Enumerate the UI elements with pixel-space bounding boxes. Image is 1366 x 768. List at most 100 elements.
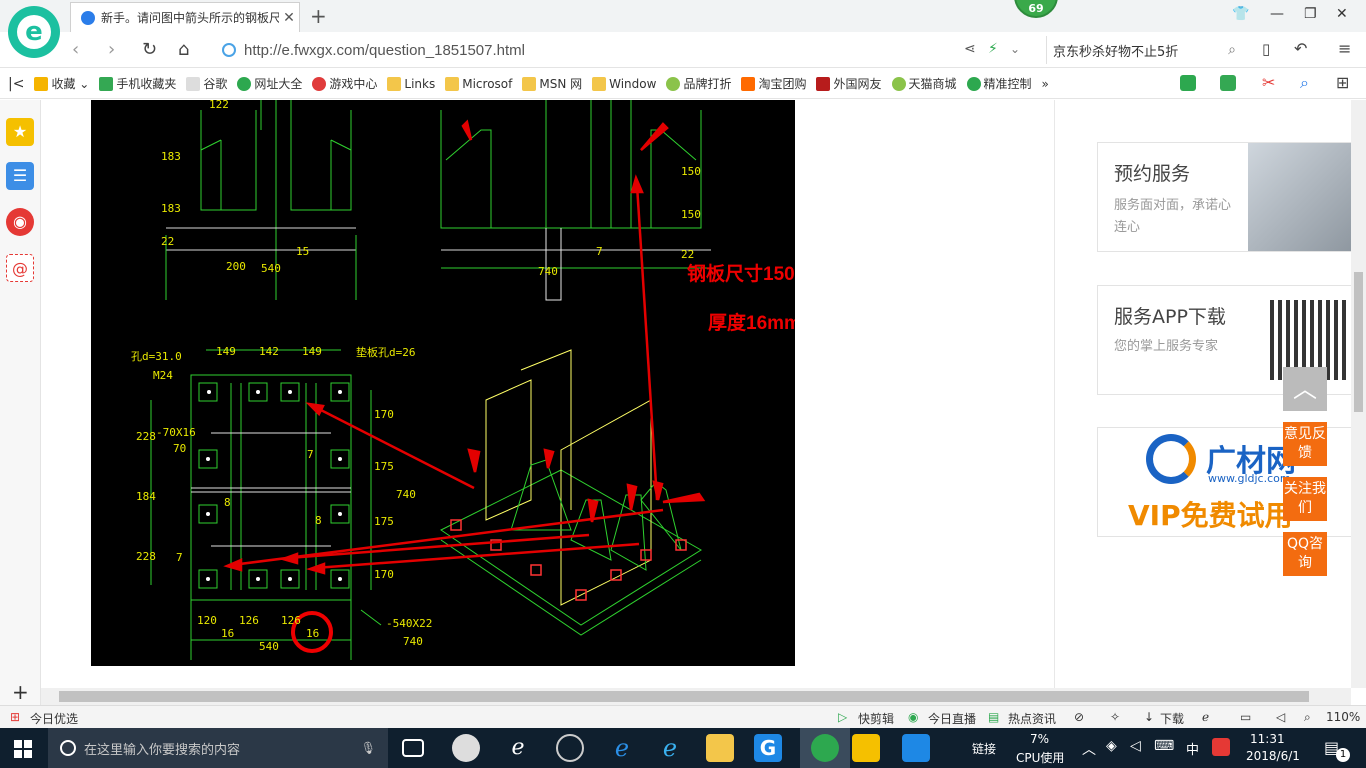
taskbar-search-input[interactable]: 在这里输入你要搜索的内容 🎙 bbox=[48, 728, 388, 768]
dim-label: 175 bbox=[374, 460, 394, 473]
home-icon[interactable]: ⌂ bbox=[178, 39, 189, 60]
search-tool-icon[interactable]: ⌕ bbox=[1300, 73, 1309, 93]
refresh-icon[interactable]: ↻ bbox=[142, 39, 157, 60]
card-title: 服务APP下载 bbox=[1114, 306, 1226, 328]
bookmark-label: 游戏中心 bbox=[329, 77, 378, 91]
keyboard-icon[interactable]: ⌨ bbox=[1154, 738, 1174, 754]
bookmark-item[interactable]: Microsof bbox=[445, 76, 512, 91]
clock-date[interactable]: 2018/6/1 bbox=[1246, 749, 1300, 763]
search-input[interactable]: 京东秒杀好物不止5折 ⌕ bbox=[1046, 36, 1236, 64]
lightning-icon[interactable]: ⚡ bbox=[988, 41, 998, 57]
daily-picks-link[interactable]: 今日优选 bbox=[30, 710, 78, 727]
dim-label: 126 bbox=[239, 614, 259, 627]
bookmark-item[interactable]: 外国网友 bbox=[816, 75, 882, 92]
favorites-icon[interactable]: ★ bbox=[6, 118, 34, 146]
folder-icon bbox=[445, 76, 460, 91]
notification-badge[interactable]: 69 bbox=[1014, 0, 1058, 18]
links-toolbar[interactable]: 链接 bbox=[972, 740, 996, 757]
back-icon[interactable]: ‹ bbox=[72, 39, 79, 60]
undo-icon[interactable]: ↶ bbox=[1294, 39, 1307, 58]
annotation-thickness: 厚度16mm bbox=[708, 311, 795, 334]
bookmark-item[interactable]: 谷歌 bbox=[186, 75, 227, 92]
gift-icon[interactable]: ⊞ bbox=[10, 710, 20, 724]
follow-button[interactable]: 关注我们 bbox=[1283, 477, 1327, 521]
tray-expand-icon[interactable]: ︿ bbox=[1082, 739, 1096, 759]
grid-icon[interactable]: ⊞ bbox=[1336, 73, 1349, 92]
file-explorer-icon[interactable] bbox=[706, 734, 734, 762]
feedback-button[interactable]: 意见反馈 bbox=[1283, 422, 1327, 466]
window-icon[interactable]: ▭ bbox=[1240, 710, 1251, 724]
bookmark-item[interactable]: 品牌打折 bbox=[666, 75, 731, 92]
sogou-icon[interactable] bbox=[1212, 738, 1230, 756]
network-app-icon[interactable] bbox=[556, 734, 584, 762]
minimize-icon[interactable]: — bbox=[1270, 6, 1284, 22]
shield-icon[interactable] bbox=[1180, 75, 1196, 91]
search-icon[interactable]: ⌕ bbox=[1228, 42, 1236, 58]
phone-icon[interactable]: ▯ bbox=[1262, 40, 1270, 58]
close-tab-icon[interactable]: ✕ bbox=[279, 10, 299, 26]
vertical-scroll-thumb[interactable] bbox=[1354, 272, 1363, 412]
url-field[interactable]: http://e.fwxgx.com/question_1851507.html bbox=[222, 36, 1042, 64]
pinwheel-app-icon[interactable] bbox=[452, 734, 480, 762]
bookmark-item[interactable]: 网址大全 bbox=[237, 75, 302, 92]
browser-app-icon[interactable]: ℯ bbox=[504, 734, 532, 762]
share-icon[interactable]: ⋖ bbox=[964, 41, 976, 57]
restore-icon[interactable]: ❐ bbox=[1304, 6, 1317, 22]
weibo-icon[interactable]: ◉ bbox=[6, 208, 34, 236]
browser-logo-icon[interactable]: e bbox=[8, 6, 60, 58]
bookmark-item[interactable]: 游戏中心 bbox=[312, 75, 377, 92]
bookmark-item[interactable]: 淘宝团购 bbox=[741, 75, 806, 92]
tools-icon[interactable]: ✧ bbox=[1110, 710, 1120, 724]
shirt-icon[interactable]: 👕 bbox=[1232, 6, 1249, 22]
ime-indicator[interactable]: 中 bbox=[1186, 739, 1199, 758]
windows-start-icon[interactable] bbox=[14, 740, 32, 758]
zoom-level[interactable]: 110% bbox=[1326, 710, 1360, 724]
more-bookmarks-icon[interactable]: » bbox=[1042, 77, 1049, 91]
bookmark-item[interactable]: 收藏 ⌄ bbox=[34, 75, 89, 92]
horizontal-scroll-thumb[interactable] bbox=[59, 691, 1309, 702]
clock-time[interactable]: 11:31 bbox=[1250, 732, 1285, 746]
reader-icon[interactable]: ☰ bbox=[6, 162, 34, 190]
ie-icon[interactable]: ℯ bbox=[1202, 710, 1209, 724]
bookmark-item[interactable]: 精准控制 bbox=[966, 75, 1032, 92]
status-item-news[interactable]: 热点资讯 bbox=[1008, 710, 1056, 727]
edge-icon[interactable]: ℯ bbox=[608, 734, 636, 762]
add-sidebar-icon[interactable]: + bbox=[12, 680, 29, 704]
status-item-clip[interactable]: 快剪辑 bbox=[858, 710, 894, 727]
mail-icon[interactable]: @ bbox=[6, 254, 34, 282]
status-item-live[interactable]: 今日直播 bbox=[928, 710, 976, 727]
forward-icon[interactable]: › bbox=[108, 39, 115, 60]
dim-label: 183 bbox=[161, 150, 181, 163]
bookmark-item[interactable]: Window bbox=[592, 76, 656, 91]
horizontal-scrollbar[interactable] bbox=[41, 688, 1351, 705]
tool-app-icon[interactable] bbox=[902, 734, 930, 762]
wifi-icon[interactable]: ◈ bbox=[1106, 738, 1117, 754]
volume-icon[interactable]: ◁ bbox=[1130, 738, 1141, 754]
bookmark-item[interactable]: 天猫商城 bbox=[891, 75, 957, 92]
qq-consult-button[interactable]: QQ咨询 bbox=[1283, 532, 1327, 576]
scissors-icon[interactable]: ✂ bbox=[1262, 73, 1275, 92]
status-item-download[interactable]: 下载 bbox=[1160, 710, 1184, 727]
glodon-app-icon[interactable]: G bbox=[754, 734, 782, 762]
bookmark-item[interactable]: Links bbox=[387, 76, 435, 91]
new-tab-icon[interactable]: + bbox=[310, 4, 327, 28]
ie-taskbar-icon[interactable]: ℯ bbox=[656, 734, 684, 762]
menu-icon[interactable]: ≡ bbox=[1338, 39, 1351, 58]
active-browser-task[interactable] bbox=[800, 728, 850, 768]
notes-app-icon[interactable] bbox=[852, 734, 880, 762]
back-to-top-icon[interactable]: ︿ bbox=[1283, 367, 1327, 411]
bookmark-item[interactable]: 手机收藏夹 bbox=[99, 75, 176, 92]
bookmark-item[interactable]: MSN 网 bbox=[522, 75, 582, 92]
speed-icon[interactable]: ⊘ bbox=[1074, 710, 1084, 724]
task-view-icon[interactable] bbox=[402, 739, 424, 757]
close-window-icon[interactable]: ✕ bbox=[1336, 6, 1348, 22]
tab-active[interactable]: 新手。请问图中箭头所示的钢板尺 ✕ bbox=[70, 2, 300, 32]
microphone-icon[interactable]: 🎙 bbox=[361, 741, 376, 755]
mute-icon[interactable]: ◁ bbox=[1276, 710, 1285, 724]
translate-icon[interactable] bbox=[1220, 75, 1236, 91]
service-card[interactable]: 预约服务 服务面对面，承诺心连心 bbox=[1097, 142, 1351, 252]
bookmarks-toggle-icon[interactable]: |< bbox=[8, 76, 24, 92]
vertical-scrollbar[interactable] bbox=[1351, 100, 1366, 688]
chevron-down-icon[interactable]: ⌄ bbox=[1010, 42, 1020, 56]
zoom-icon: ⌕ bbox=[1304, 710, 1311, 724]
